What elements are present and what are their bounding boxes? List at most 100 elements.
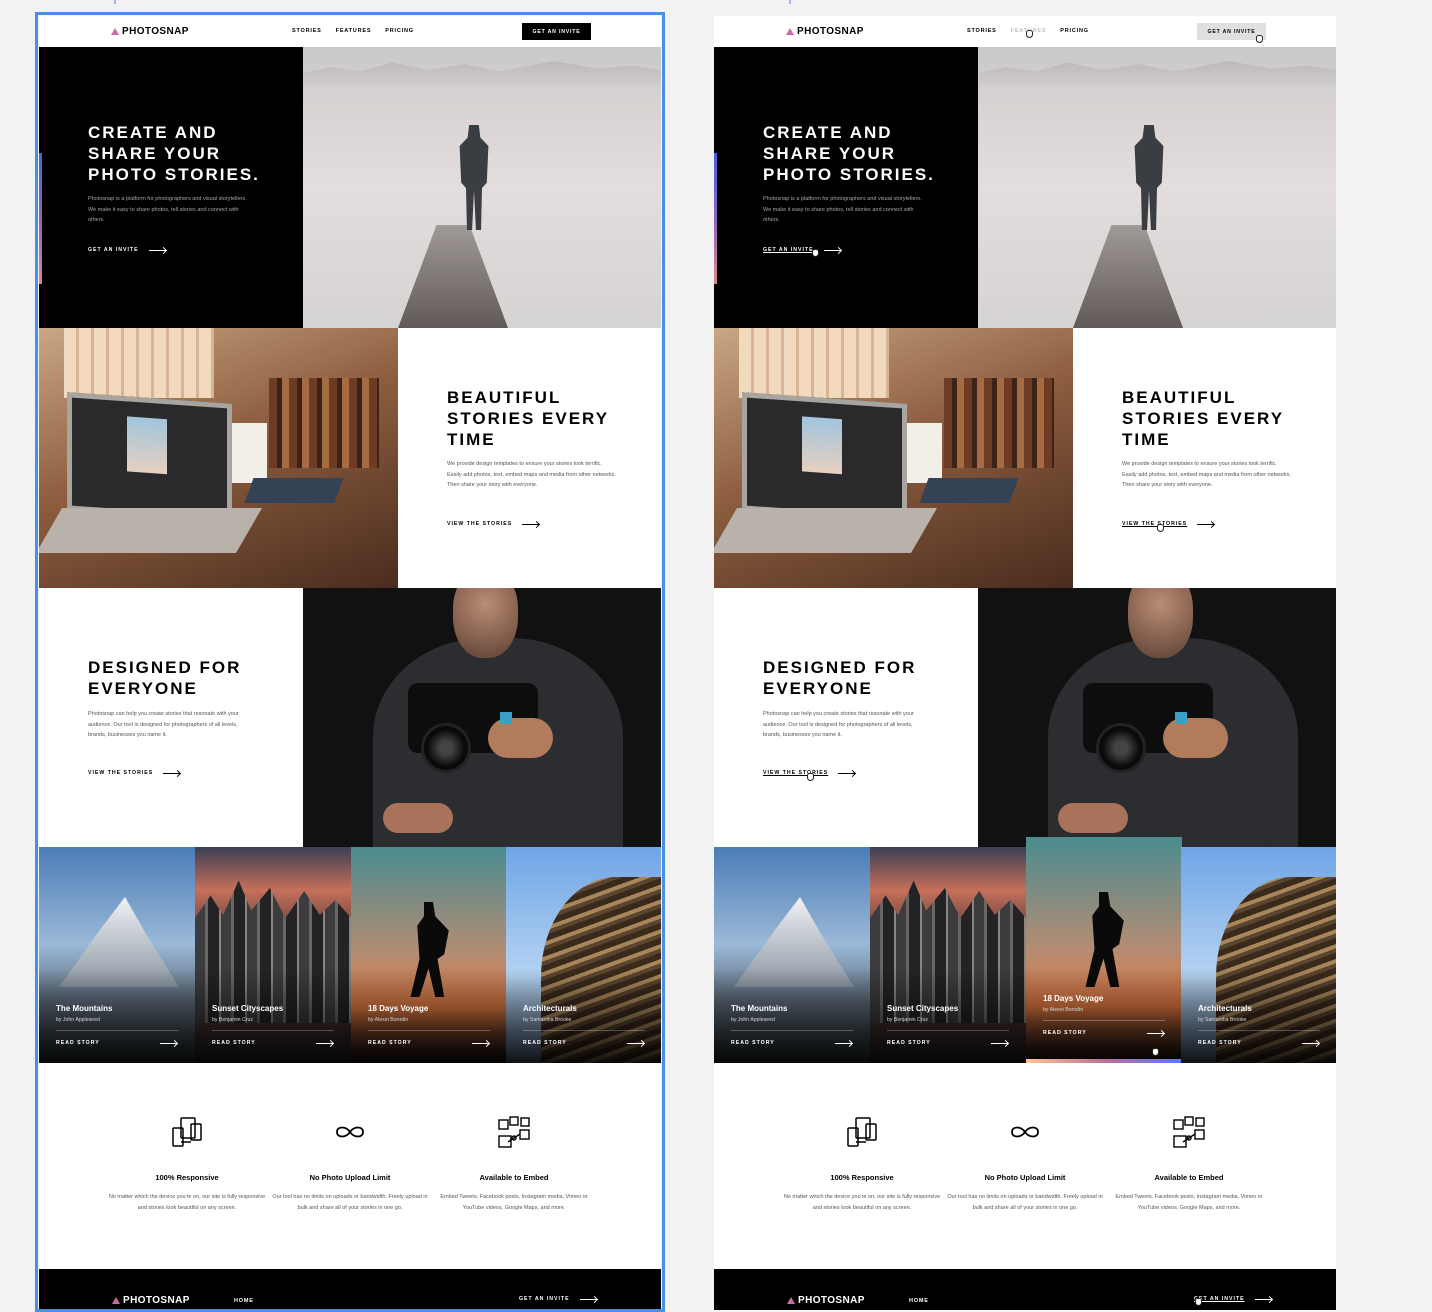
section3-title: DESIGNED FOR EVERYONE bbox=[88, 658, 242, 698]
beautiful-stories-panel: BEAUTIFUL STORIES EVERY TIME We provide … bbox=[398, 328, 661, 588]
hero-invite-link[interactable]: GET AN INVITE bbox=[763, 247, 842, 253]
keyboard-shape bbox=[39, 508, 262, 553]
hand-shape bbox=[488, 718, 553, 758]
feature-description: No matter which the device you're on, ou… bbox=[783, 1194, 941, 1211]
footer-logo[interactable]: PHOTOSNAP bbox=[112, 1295, 190, 1306]
card-shade bbox=[1181, 968, 1336, 1063]
story-card-voyage[interactable]: 18 Days Voyage by Alexei Borodin READ ST… bbox=[351, 847, 507, 1063]
screen-photo-shape bbox=[802, 416, 842, 475]
accent-bar bbox=[39, 153, 42, 284]
embed-icon bbox=[498, 1116, 530, 1148]
story-title: The Mountains bbox=[56, 1004, 113, 1013]
feature-responsive: 100% Responsive No matter which the devi… bbox=[782, 1114, 942, 1213]
story-card-cityscapes[interactable]: Sunset Cityscapes by Benjamin Cruz READ … bbox=[195, 847, 351, 1063]
read-story-link[interactable]: READ STORY bbox=[1198, 1040, 1320, 1046]
hand-cursor-icon bbox=[1195, 1298, 1202, 1306]
nav-link-stories[interactable]: STORIES bbox=[292, 28, 322, 34]
feature-title: Available to Embed bbox=[1154, 1173, 1224, 1182]
hero-invite-link[interactable]: GET AN INVITE bbox=[88, 247, 167, 253]
story-card-architecturals[interactable]: Architecturals by Samantha Brooke READ S… bbox=[1181, 847, 1336, 1063]
cameraman-image bbox=[978, 588, 1336, 847]
features-section: 100% Responsive No matter which the devi… bbox=[714, 1063, 1336, 1269]
hand-cursor-icon bbox=[1152, 1048, 1159, 1056]
frame-default[interactable]: PHOTOSNAP STORIES FEATURES PRICING GET A… bbox=[39, 16, 661, 1310]
hand-shape bbox=[383, 803, 453, 833]
card-shade bbox=[506, 968, 661, 1063]
mountains-shape bbox=[303, 61, 661, 85]
nav-link-pricing[interactable]: PRICING bbox=[1060, 28, 1089, 34]
feature-embed: Available to Embed Embed Tweets, Faceboo… bbox=[434, 1114, 594, 1213]
story-card-cityscapes[interactable]: Sunset Cityscapes by Benjamin Cruz READ … bbox=[870, 847, 1026, 1063]
logo-text: PHOTOSNAP bbox=[122, 26, 189, 37]
footer-link-home[interactable]: HOME bbox=[234, 1298, 254, 1304]
canvas-marker bbox=[114, 0, 116, 4]
get-invite-button[interactable]: GET AN INVITE bbox=[522, 23, 591, 40]
arrow-right-icon bbox=[160, 1040, 178, 1046]
view-stories-label: VIEW THE STORIES bbox=[88, 770, 154, 776]
logo-triangle-icon bbox=[787, 1297, 795, 1304]
view-stories-link[interactable]: VIEW THE STORIES bbox=[447, 521, 540, 527]
footer-invite-link[interactable]: GET AN INVITE bbox=[1194, 1296, 1273, 1302]
card-shade bbox=[39, 968, 195, 1063]
view-stories-label: VIEW THE STORIES bbox=[1122, 521, 1188, 527]
footer: PHOTOSNAP HOME GET AN INVITE bbox=[39, 1269, 661, 1310]
footer-link-home[interactable]: HOME bbox=[909, 1298, 929, 1304]
read-story-label: READ STORY bbox=[523, 1040, 567, 1046]
nav-link-pricing[interactable]: PRICING bbox=[385, 28, 414, 34]
story-card-architecturals[interactable]: Architecturals by Samantha Brooke READ S… bbox=[506, 847, 661, 1063]
hand-cursor-icon bbox=[1256, 35, 1263, 43]
read-story-link[interactable]: READ STORY bbox=[523, 1040, 645, 1046]
arrow-right-icon bbox=[579, 1296, 598, 1302]
story-card-voyage-hover[interactable]: 18 Days Voyage by Alexei Borodin READ ST… bbox=[1026, 837, 1182, 1063]
laptop-shape bbox=[742, 392, 907, 522]
view-stories-label: VIEW THE STORIES bbox=[447, 521, 513, 527]
divider bbox=[56, 1030, 178, 1031]
hand-shape bbox=[1163, 718, 1228, 758]
hero-description: Photosnap is a platform for photographer… bbox=[88, 196, 247, 223]
view-stories-link[interactable]: VIEW THE STORIES bbox=[1122, 521, 1215, 527]
blinds-shape bbox=[739, 328, 889, 398]
story-author: by Alexei Borodin bbox=[1043, 1007, 1084, 1013]
read-story-link[interactable]: READ STORY bbox=[731, 1040, 853, 1046]
accent-bar bbox=[714, 153, 717, 284]
read-story-link[interactable]: READ STORY bbox=[887, 1040, 1009, 1046]
feature-responsive: 100% Responsive No matter which the devi… bbox=[107, 1114, 267, 1213]
section2-description: We provide design templates to ensure yo… bbox=[1122, 461, 1292, 488]
divider bbox=[731, 1030, 853, 1031]
nav-link-features[interactable]: FEATURES bbox=[336, 28, 372, 34]
section2-title: BEAUTIFUL STORIES EVERY TIME bbox=[1122, 388, 1284, 449]
cameraman-image bbox=[303, 588, 661, 847]
hand-cursor-icon bbox=[807, 773, 814, 781]
arrow-right-icon bbox=[163, 770, 181, 776]
story-title: 18 Days Voyage bbox=[1043, 994, 1104, 1003]
pier-shape bbox=[1073, 225, 1183, 328]
nav-link-stories[interactable]: STORIES bbox=[967, 28, 997, 34]
read-story-link[interactable]: READ STORY bbox=[56, 1040, 178, 1046]
divider bbox=[1198, 1030, 1320, 1031]
feature-title: No Photo Upload Limit bbox=[984, 1173, 1066, 1182]
desk-laptop-image bbox=[39, 328, 398, 588]
divider bbox=[368, 1030, 490, 1031]
read-story-link[interactable]: READ STORY bbox=[1043, 1030, 1165, 1036]
story-card-mountains[interactable]: The Mountains by John Appleseed READ STO… bbox=[714, 847, 870, 1063]
camera-screen-shape bbox=[500, 712, 512, 724]
footer-logo[interactable]: PHOTOSNAP bbox=[787, 1295, 865, 1306]
read-story-link[interactable]: READ STORY bbox=[212, 1040, 334, 1046]
read-story-link[interactable]: READ STORY bbox=[368, 1040, 490, 1046]
desk-laptop-image bbox=[714, 328, 1073, 588]
arrow-right-icon bbox=[1302, 1040, 1320, 1046]
logo[interactable]: PHOTOSNAP bbox=[786, 26, 864, 37]
canvas-marker bbox=[789, 0, 791, 4]
card-shade bbox=[870, 968, 1026, 1063]
arrow-right-icon bbox=[148, 247, 167, 253]
read-story-label: READ STORY bbox=[1043, 1030, 1087, 1036]
story-card-mountains[interactable]: The Mountains by John Appleseed READ STO… bbox=[39, 847, 195, 1063]
feature-description: Embed Tweets, Facebook posts, Instagram … bbox=[1115, 1194, 1263, 1211]
view-stories-link[interactable]: VIEW THE STORIES bbox=[88, 770, 181, 776]
story-author: by Samantha Brooke bbox=[1198, 1017, 1247, 1023]
frame-hover-states[interactable]: PHOTOSNAP STORIES FEATURES PRICING GET A… bbox=[714, 16, 1336, 1310]
arrow-right-icon bbox=[472, 1040, 490, 1046]
logo[interactable]: PHOTOSNAP bbox=[111, 26, 189, 37]
footer: PHOTOSNAP HOME GET AN INVITE bbox=[714, 1269, 1336, 1310]
footer-invite-link[interactable]: GET AN INVITE bbox=[519, 1296, 598, 1302]
